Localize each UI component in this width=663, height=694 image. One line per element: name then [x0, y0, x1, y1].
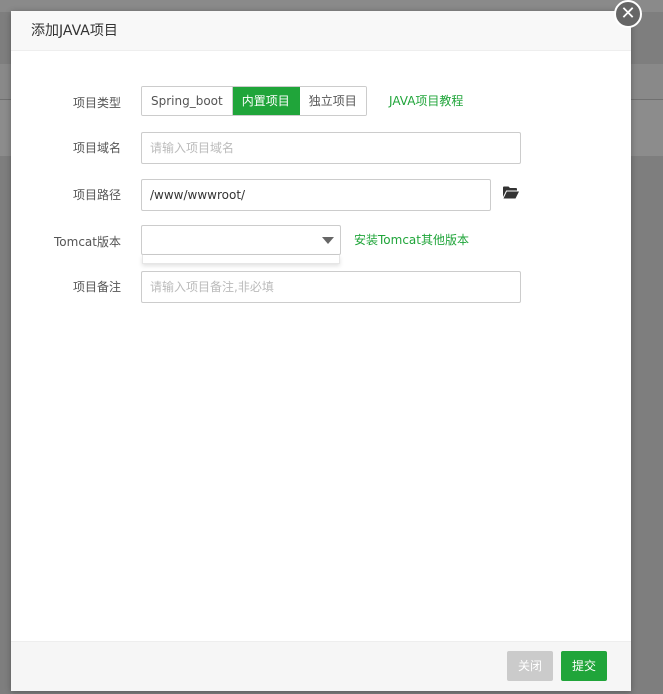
project-remark-row: 项目备注 — [11, 270, 631, 304]
folder-open-icon[interactable] — [503, 186, 519, 199]
tomcat-version-dropdown[interactable] — [142, 255, 340, 264]
install-tomcat-link[interactable]: 安装Tomcat其他版本 — [354, 225, 469, 255]
java-tutorial-link[interactable]: JAVA项目教程 — [389, 86, 463, 116]
project-type-label: 项目类型 — [72, 96, 121, 110]
close-icon[interactable]: ✕ — [614, 0, 642, 28]
option-standalone-project[interactable]: 独立项目 — [298, 87, 366, 115]
project-path-label: 项目路径 — [72, 188, 121, 202]
project-path-input[interactable] — [141, 179, 491, 211]
dialog-title: 添加JAVA项目 — [11, 11, 631, 51]
project-remark-input[interactable] — [141, 271, 521, 303]
tomcat-version-label: Tomcat版本 — [54, 235, 121, 249]
option-builtin-project[interactable]: 内置项目 — [231, 87, 299, 115]
project-domain-label: 项目域名 — [72, 141, 121, 155]
project-path-row: 项目路径 — [11, 178, 631, 212]
submit-button[interactable]: 提交 — [561, 651, 607, 681]
dialog-footer: 关闭 提交 — [11, 641, 631, 691]
project-type-row: 项目类型 Spring_boot 内置项目 独立项目 JAVA项目教程 — [11, 86, 631, 120]
project-remark-label: 项目备注 — [72, 280, 121, 294]
tomcat-version-select[interactable] — [141, 225, 341, 255]
project-type-segmented: Spring_boot 内置项目 独立项目 — [141, 86, 367, 116]
chevron-down-icon — [322, 237, 334, 244]
close-button[interactable]: 关闭 — [507, 651, 553, 681]
project-domain-row: 项目域名 — [11, 131, 631, 165]
add-java-project-dialog: 添加JAVA项目 项目类型 Spring_boot 内置项目 独立项目 JAVA… — [11, 11, 631, 691]
project-domain-input[interactable] — [141, 132, 521, 164]
tomcat-version-row: Tomcat版本 安装Tomcat其他版本 — [11, 225, 631, 264]
option-spring-boot[interactable]: Spring_boot — [142, 87, 232, 115]
